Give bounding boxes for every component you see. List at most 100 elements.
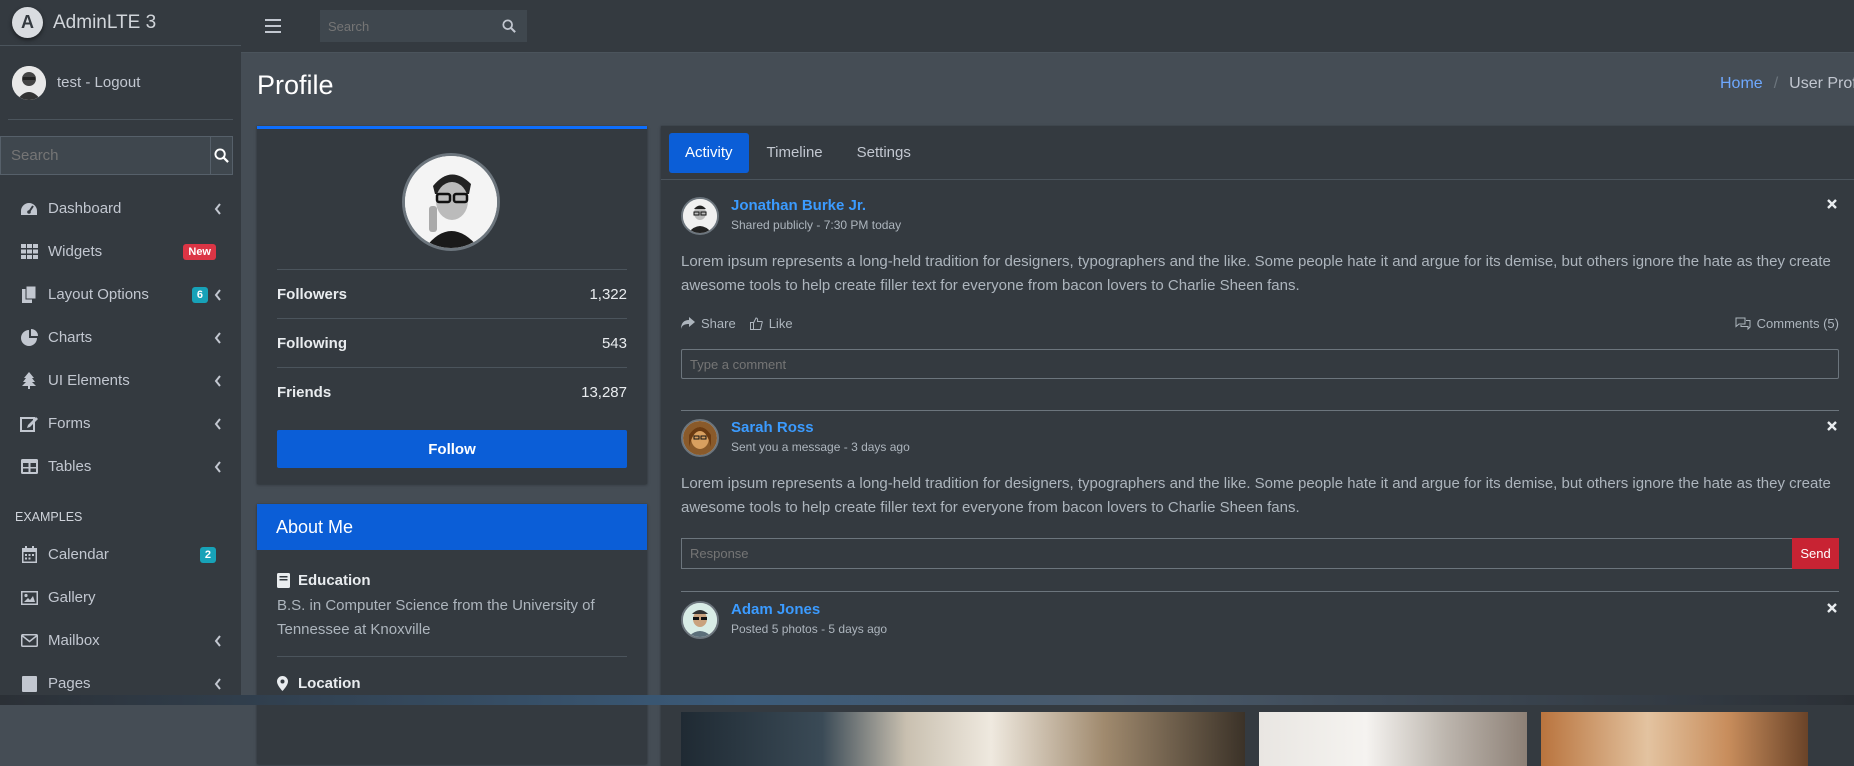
sidebar-item-label: Mailbox — [48, 632, 214, 649]
sidebar-item-dashboard[interactable]: Dashboard — [0, 187, 241, 230]
post-text: Lorem ipsum represents a long-held tradi… — [681, 250, 1839, 298]
sidebar-item-label: Dashboard — [48, 200, 214, 217]
chevron-left-icon — [214, 203, 222, 215]
like-link[interactable]: Like — [750, 316, 793, 331]
brand-name: AdminLTE 3 — [53, 12, 156, 34]
badge-count: 6 — [192, 287, 208, 303]
post-sarah-ross: Sarah Ross Sent you a message - 3 days a… — [681, 419, 1839, 569]
stat-label: Friends — [277, 384, 331, 401]
post-actions: Share Like Comments (5) — [681, 314, 1839, 332]
sidebar-item-label: Gallery — [48, 589, 222, 606]
post-header: Adam Jones Posted 5 photos - 5 days ago — [681, 601, 1839, 641]
sidebar-item-charts[interactable]: Charts — [0, 316, 241, 359]
sidebar-item-widgets[interactable]: Widgets New — [0, 230, 241, 273]
comment-input[interactable] — [681, 349, 1839, 379]
share-link[interactable]: Share — [681, 316, 736, 331]
gallery-photo[interactable] — [681, 712, 1245, 766]
photo-gallery — [681, 712, 1839, 766]
tab-activity[interactable]: Activity — [669, 133, 749, 173]
search-icon — [214, 148, 229, 163]
book-icon — [277, 573, 291, 588]
navbar-search-button[interactable] — [490, 10, 527, 42]
like-label: Like — [769, 316, 793, 331]
breadcrumb-separator: / — [1774, 75, 1778, 93]
education-title: Education — [298, 572, 371, 589]
tab-settings[interactable]: Settings — [841, 133, 927, 173]
about-me-body: Education B.S. in Computer Science from … — [257, 550, 647, 714]
divider — [277, 656, 627, 657]
post-text: Lorem ipsum represents a long-held tradi… — [681, 472, 1839, 520]
hamburger-menu-icon[interactable] — [265, 19, 281, 33]
post-header: Jonathan Burke Jr. Shared publicly - 7:3… — [681, 197, 1839, 237]
bottom-strip — [0, 695, 1854, 705]
stat-label: Following — [277, 335, 347, 352]
post-avatar — [681, 419, 719, 457]
gallery-photo[interactable] — [1259, 712, 1527, 766]
post-meta: Jonathan Burke Jr. Shared publicly - 7:3… — [731, 197, 901, 232]
chevron-left-icon — [214, 418, 222, 430]
sidebar-item-label: Tables — [48, 458, 214, 475]
sidebar-search — [0, 136, 233, 175]
sidebar-item-tables[interactable]: Tables — [0, 445, 241, 488]
location-title: Location — [298, 675, 361, 692]
breadcrumb-home-link[interactable]: Home — [1720, 75, 1763, 93]
stat-value[interactable]: 13,287 — [581, 384, 627, 401]
close-icon[interactable] — [1825, 419, 1839, 433]
breadcrumb-current: User Profile — [1789, 75, 1854, 93]
post-divider — [681, 410, 1839, 411]
chevron-left-icon — [214, 289, 222, 301]
post-username-link[interactable]: Sarah Ross — [731, 419, 910, 437]
badge-count: 2 — [200, 547, 216, 563]
sidebar-item-label: Charts — [48, 329, 214, 346]
sidebar-item-label: Widgets — [48, 243, 183, 260]
sidebar-item-calendar[interactable]: Calendar 2 — [0, 533, 241, 576]
profile-tabs: Activity Timeline Settings — [661, 126, 1854, 180]
post-header: Sarah Ross Sent you a message - 3 days a… — [681, 419, 1839, 459]
gallery-photo[interactable] — [1541, 712, 1808, 766]
share-label: Share — [701, 316, 736, 331]
user-panel: test - Logout — [8, 46, 233, 120]
close-icon[interactable] — [1825, 197, 1839, 211]
comments-label: Comments (5) — [1757, 316, 1839, 331]
send-button[interactable]: Send — [1792, 538, 1839, 569]
stat-value[interactable]: 1,322 — [589, 286, 627, 303]
close-icon[interactable] — [1825, 601, 1839, 615]
post-adam-jones: Adam Jones Posted 5 photos - 5 days ago — [681, 601, 1839, 641]
stat-value[interactable]: 543 — [602, 335, 627, 352]
brand-link[interactable]: A AdminLTE 3 — [0, 0, 241, 46]
chevron-left-icon — [214, 461, 222, 473]
stat-friends: Friends 13,287 — [277, 367, 627, 416]
content-wrapper: Profile Home / User Profile Followers 1,… — [241, 53, 1854, 705]
sidebar-search-input[interactable] — [0, 136, 210, 175]
sidebar-item-forms[interactable]: Forms — [0, 402, 241, 445]
sidebar-item-label: Forms — [48, 415, 214, 432]
post-description: Posted 5 photos - 5 days ago — [731, 622, 887, 636]
tab-timeline[interactable]: Timeline — [751, 133, 839, 173]
chevron-left-icon — [214, 635, 222, 647]
image-icon — [19, 589, 39, 607]
comments-link[interactable]: Comments (5) — [1735, 316, 1839, 331]
grid-icon — [19, 243, 39, 261]
sidebar-item-mailbox[interactable]: Mailbox — [0, 619, 241, 662]
chevron-left-icon — [214, 678, 222, 690]
post-description: Shared publicly - 7:30 PM today — [731, 218, 901, 232]
sidebar-item-ui-elements[interactable]: UI Elements — [0, 359, 241, 402]
sidebar-item-label: Layout Options — [48, 286, 192, 303]
pie-chart-icon — [19, 329, 39, 347]
sidebar-search-button[interactable] — [210, 136, 233, 175]
edit-icon — [19, 415, 39, 433]
post-username-link[interactable]: Jonathan Burke Jr. — [731, 197, 901, 215]
post-avatar — [681, 601, 719, 639]
chevron-left-icon — [214, 375, 222, 387]
page-title: Profile — [257, 70, 334, 101]
navbar-search-input[interactable] — [320, 10, 490, 42]
stat-followers: Followers 1,322 — [277, 269, 627, 318]
envelope-icon — [19, 632, 39, 650]
sidebar-item-gallery[interactable]: Gallery — [0, 576, 241, 619]
user-logout-link[interactable]: test - Logout — [57, 74, 140, 91]
post-username-link[interactable]: Adam Jones — [731, 601, 887, 619]
follow-button[interactable]: Follow — [277, 430, 627, 468]
map-marker-icon — [277, 676, 291, 691]
response-input[interactable] — [681, 538, 1792, 569]
sidebar-item-layout-options[interactable]: Layout Options 6 — [0, 273, 241, 316]
